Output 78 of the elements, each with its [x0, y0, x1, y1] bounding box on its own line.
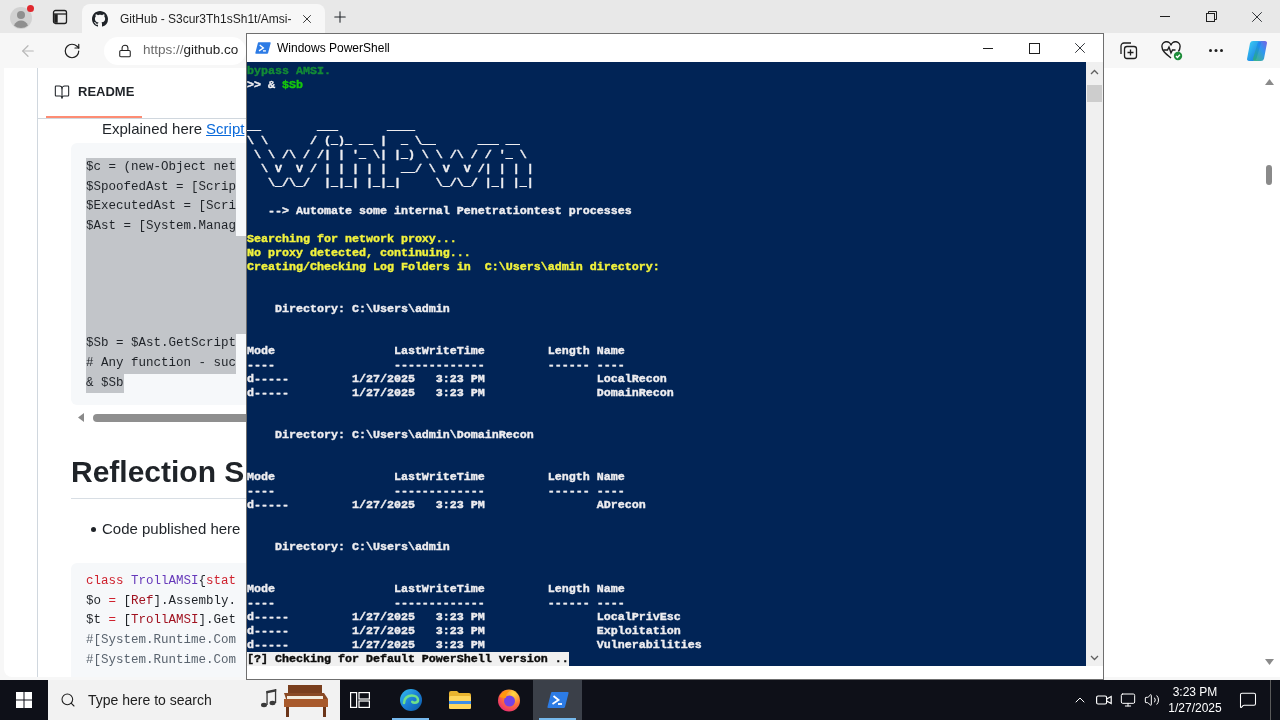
readme-tab[interactable]: README [46, 68, 143, 118]
scroll-up-icon[interactable] [1264, 79, 1274, 85]
terminal-prompt-icon [546, 691, 569, 709]
console-line: \ \ /\ / /| | '_ \| |_) \ \ /\ / / '_ \ [253, 148, 527, 162]
console-line: \_/\_/ |_|_| |_|_| \_/\_/ |_| |_| [267, 176, 534, 190]
start-icon [16, 692, 32, 708]
refresh-icon [63, 41, 81, 60]
scroll-left-icon[interactable] [78, 413, 84, 423]
scrollbar-thumb[interactable] [1087, 85, 1102, 102]
console-line: Directory: C:\Users\admin\DomainRecon [273, 428, 534, 442]
console-line: ---- ------------- ------ ---- [247, 484, 625, 498]
scroll-down-icon[interactable] [1090, 654, 1099, 661]
code-line: $o = [Ref].Assembly. [86, 592, 237, 610]
restore-icon [1205, 11, 1217, 22]
minimize-icon [983, 47, 993, 49]
network-icon [1120, 692, 1136, 708]
task-view-icon [350, 692, 370, 708]
scroll-down-icon[interactable] [1264, 659, 1274, 665]
camera-icon [1096, 693, 1112, 707]
console-line: bypass AMSI. [247, 64, 331, 78]
notification-icon [1239, 691, 1257, 709]
maximize-icon [1028, 42, 1040, 54]
swirl-logo-icon [398, 688, 423, 712]
address-field[interactable]: https://github.co [104, 36, 246, 65]
code-line: #[System.Runtime.Com [86, 631, 237, 649]
console-line: ---- ------------- ------ ---- [247, 596, 625, 610]
console-line: Searching for network proxy... [247, 232, 457, 246]
list-item-text: Code published here [102, 519, 241, 540]
book-icon [54, 84, 70, 100]
vertical-scrollbar[interactable] [1086, 62, 1103, 666]
search-icon [60, 692, 76, 708]
volume-icon [1144, 692, 1160, 708]
search-input[interactable]: Type here to search [88, 689, 228, 711]
scrollbar-thumb[interactable] [1266, 165, 1272, 185]
console-line: Mode LastWriteTime Length Name [247, 344, 625, 358]
tab-panel-icon [52, 8, 68, 25]
console-line: No proxy detected, continuing... [247, 246, 471, 260]
stacked-plus-icon [1118, 40, 1138, 61]
folder-icon [447, 690, 472, 710]
console-line: d----- 1/27/2025 3:23 PM LocalRecon [247, 372, 667, 386]
search-bar[interactable]: Type here to search [48, 680, 340, 720]
browser-tab[interactable]: GitHub - S3cur3Th1sSh1t/Amsi- [82, 4, 325, 33]
console-line: d----- 1/27/2025 3:23 PM ADrecon [247, 498, 646, 512]
bullet-icon [91, 526, 96, 532]
clock-button[interactable]: 3:23 PM 1/27/2025 [1164, 680, 1226, 720]
heart-pulse-icon [1161, 40, 1183, 61]
code-line: #[System.Runtime.Com [86, 651, 237, 669]
profile-avatar-icon[interactable] [9, 3, 35, 30]
console-line: __ ___ ____ [247, 120, 415, 134]
console-line: Creating/Checking Log Folders in C:\Users\admin directory: [247, 260, 660, 274]
console-line: Mode LastWriteTime Length Name [247, 582, 625, 596]
more-icon [1209, 49, 1223, 52]
console-line: --> Automate some internal Penetrationtest processes [267, 204, 632, 218]
console-line: \ V V / | | | | | __/ \ V V /| | | | [260, 162, 534, 176]
flame-globe-icon [496, 688, 521, 712]
piano-icon [258, 683, 330, 717]
script-link[interactable]: Script [206, 120, 245, 137]
window-title: Windows PowerShell [277, 40, 390, 57]
console-line: d----- 1/27/2025 3:23 PM LocalPrivEsc [247, 610, 681, 624]
console-line: d----- 1/27/2025 3:23 PM DomainRecon [247, 386, 674, 400]
console-line: Mode LastWriteTime Length Name [247, 470, 625, 484]
console-line: d----- 1/27/2025 3:23 PM Exploitation [247, 624, 681, 638]
console-line: >> & $Sb [247, 78, 303, 92]
scroll-up-icon[interactable] [1090, 68, 1099, 75]
lock-icon [118, 43, 132, 58]
terminal-prompt-icon [255, 41, 271, 55]
console-line: d----- 1/27/2025 3:23 PM Vulnerabilities [247, 638, 702, 652]
minimize-icon [1160, 16, 1170, 17]
code-line: class TrollAMSI{stat [86, 573, 237, 591]
console-line: \ \ / (_)_ __ | _ \__ ___ __ [247, 134, 520, 148]
console-line: Directory: C:\Users\admin [273, 540, 450, 554]
cat-logo-icon [92, 10, 108, 27]
ribbon-logo-icon [1245, 38, 1269, 63]
intro-text: Explained here Script [102, 120, 245, 138]
console-line: Directory: C:\Users\admin [273, 302, 450, 316]
code-line: $t = [TrollAMSI].Get [86, 612, 237, 630]
scrollbar-thumb[interactable] [93, 413, 246, 422]
console-line: ---- ------------- ------ ---- [247, 358, 625, 372]
